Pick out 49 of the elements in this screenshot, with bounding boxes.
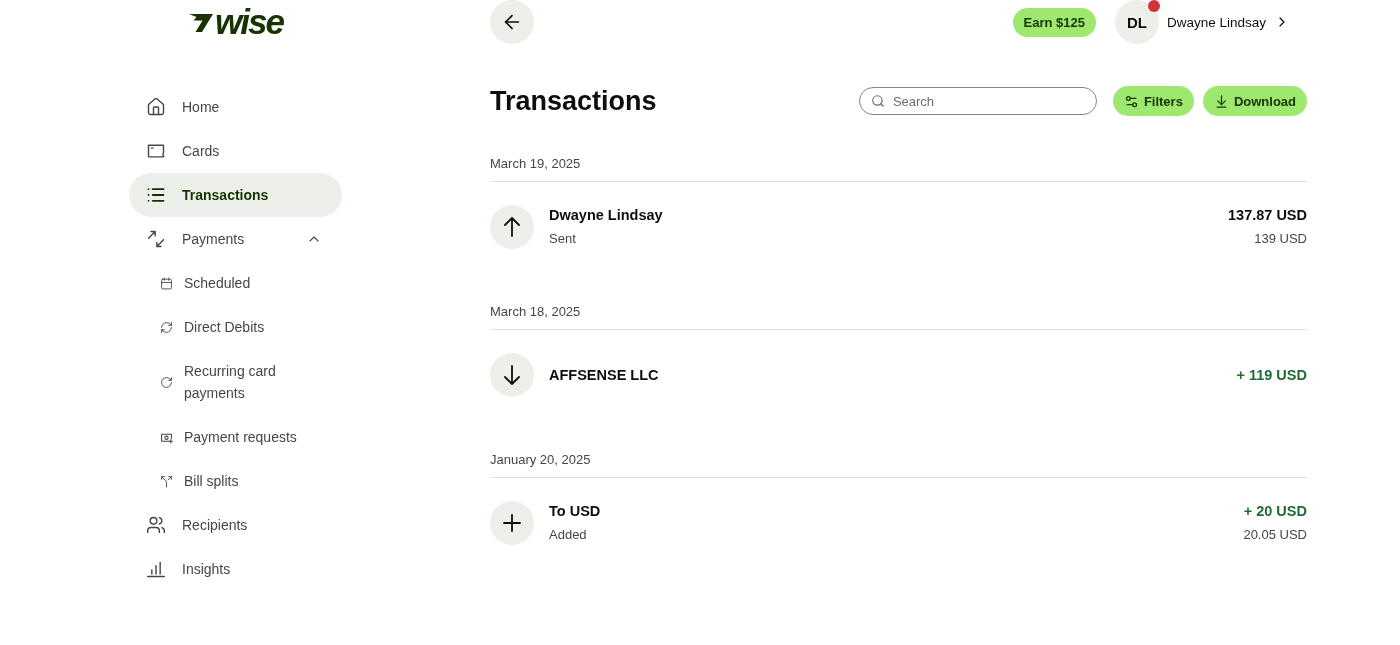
date-label: January 20, 2025 [490,452,591,467]
people-icon [146,515,166,535]
nav-subitem[interactable]: Payment requests [129,415,342,459]
nav-item[interactable]: Cards [129,129,342,173]
arrows-icon [146,229,166,249]
transaction-amount: + 119 USD [1236,366,1307,385]
transaction-name[interactable]: Dwayne Lindsay [549,205,663,225]
back-button[interactable] [490,0,534,44]
nav-item[interactable]: Recipients [129,503,342,547]
original-amount: 139 USD [1254,230,1307,248]
nav-subitem[interactable]: Bill splits [129,459,342,503]
home-icon [146,97,166,117]
date-label: March 18, 2025 [490,304,581,319]
transaction-status: Sent [549,230,577,248]
nav-item[interactable]: Payments [129,217,342,261]
plus-icon [490,501,534,545]
nav-subitem[interactable]: Recurring card payments [129,349,342,415]
avatar[interactable]: DL [1114,0,1159,44]
nav-item[interactable]: Insights [129,547,342,591]
transaction-amount: 137.87 USD [1228,206,1307,225]
filters-button[interactable]: Filters [1112,86,1194,116]
transaction-name[interactable]: AFFSENSE LLC [549,365,659,385]
nav-subitem[interactable]: Direct Debits [129,305,342,349]
date-label: March 19, 2025 [490,156,581,171]
card-icon [146,141,166,161]
page-title: Transactions [490,85,657,117]
calendar-icon [160,276,173,290]
search-field[interactable]: Search [858,87,1097,115]
logo-text: wise [215,7,283,37]
refresh-icon [160,320,173,334]
transaction-name[interactable]: To USD [549,501,601,521]
bar-chart-icon [146,559,166,579]
arrow-down-icon [490,353,534,397]
nav-item[interactable]: Transactions [129,173,342,217]
nav-subitem[interactable]: Scheduled [129,261,342,305]
list-icon [146,185,166,205]
download-button[interactable]: Download [1202,86,1307,116]
profile-name[interactable]: Dwayne Lindsay [1166,14,1266,30]
flag-logo-icon [188,11,215,33]
circular-arrow-icon [160,375,173,389]
earn-button[interactable]: Earn $125 [1012,7,1096,37]
split-icon [160,474,173,488]
original-amount: 20.05 USD [1243,526,1307,544]
search-icon [870,94,885,108]
nav-item[interactable]: Home [129,85,342,129]
filters-icon [1123,93,1139,109]
transaction-status: Added [549,526,588,544]
arrow-up-icon [490,205,534,249]
transaction-amount: + 20 USD [1243,502,1307,521]
